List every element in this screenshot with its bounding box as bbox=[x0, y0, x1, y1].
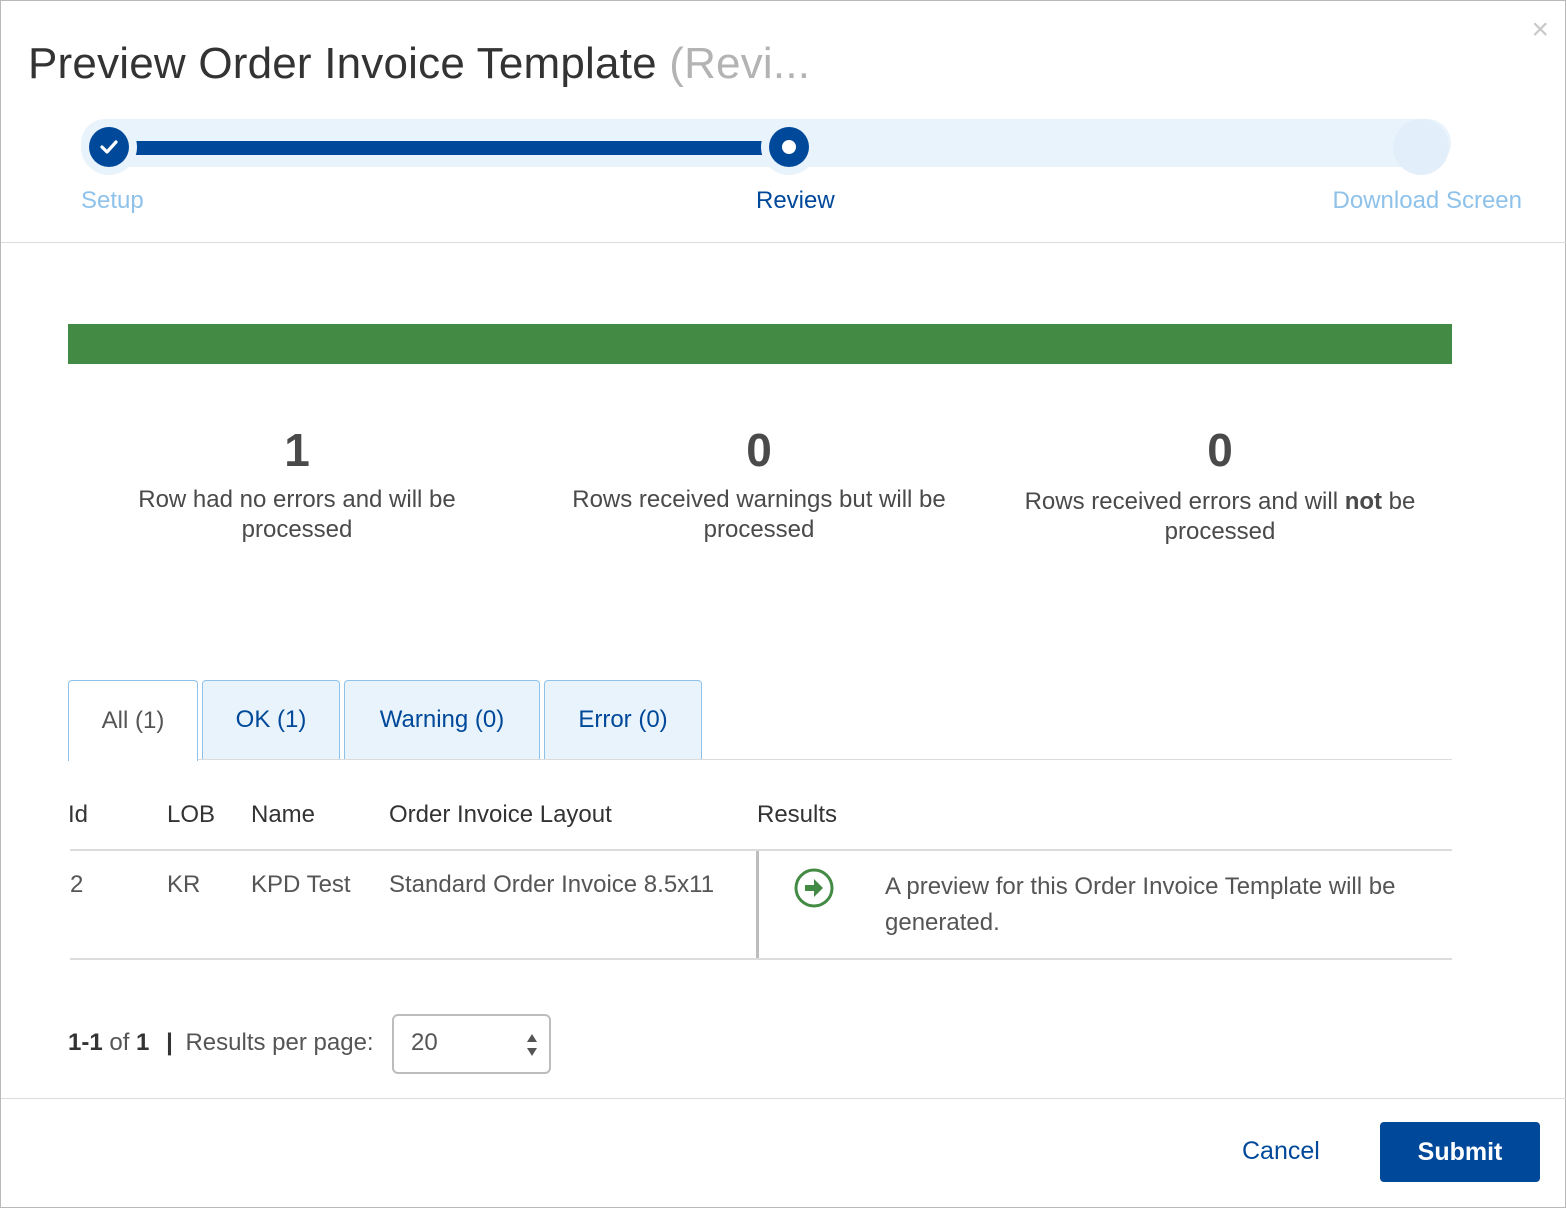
submit-button[interactable]: Submit bbox=[1380, 1122, 1540, 1182]
cell-lob: KR bbox=[167, 871, 201, 898]
step-label-download: Download Screen bbox=[1332, 187, 1522, 214]
tab-warning[interactable]: Warning (0) bbox=[344, 680, 540, 760]
progress-bar-fill bbox=[68, 324, 1452, 364]
column-header-lob: LOB bbox=[167, 801, 216, 828]
tab-ok[interactable]: OK (1) bbox=[202, 680, 340, 760]
select-arrows-icon bbox=[527, 1034, 537, 1056]
summary-ok-text: Row had no errors and will be processed bbox=[138, 486, 456, 543]
validation-progress-bar bbox=[68, 324, 1452, 364]
column-header-results: Results bbox=[757, 801, 838, 828]
preview-dialog: Preview Order Invoice Template (Revi... … bbox=[0, 0, 1566, 1208]
pagination-range: 1-1 bbox=[68, 1029, 103, 1056]
dialog-title: Preview Order Invoice Template (Revi... bbox=[28, 39, 810, 89]
column-header-id: Id bbox=[68, 801, 89, 828]
step-review-node bbox=[761, 119, 817, 175]
summary-error-text: Rows received errors and will not be pro… bbox=[1024, 488, 1416, 545]
pagination-of: of bbox=[109, 1029, 130, 1056]
pagination-total: 1 bbox=[136, 1029, 150, 1056]
tab-error[interactable]: Error (0) bbox=[544, 680, 702, 760]
summary-ok-count: 1 bbox=[284, 424, 310, 476]
close-icon[interactable]: × bbox=[1531, 15, 1549, 45]
column-header-layout: Order Invoice Layout bbox=[389, 801, 612, 828]
header-divider bbox=[1, 242, 1566, 243]
stepper-track-fill bbox=[109, 141, 791, 155]
step-download-node bbox=[1393, 119, 1449, 175]
tabs-baseline bbox=[198, 759, 1452, 760]
tab-all[interactable]: All (1) bbox=[68, 680, 198, 761]
pagination: 1-1 of 1 | Results per page: bbox=[68, 1029, 374, 1057]
dialog-title-sub: (Revi... bbox=[669, 39, 811, 88]
step-label-setup[interactable]: Setup bbox=[81, 187, 144, 215]
footer-divider bbox=[1, 1098, 1566, 1099]
dialog-title-main: Preview Order Invoice Template bbox=[28, 39, 657, 88]
cell-id: 2 bbox=[70, 871, 84, 898]
cell-layout: Standard Order Invoice 8.5x11 bbox=[389, 871, 715, 898]
arrow-right-circle-icon[interactable] bbox=[793, 867, 835, 909]
step-setup-node[interactable] bbox=[81, 119, 137, 175]
summary-warning-text: Rows received warnings but will be proce… bbox=[572, 486, 946, 543]
summary-error: 0 Rows received errors and will not be p… bbox=[1020, 423, 1420, 547]
results-per-page-select[interactable]: 20 bbox=[392, 1014, 551, 1074]
cell-name: KPD Test bbox=[251, 871, 351, 898]
table-row-divider bbox=[70, 958, 1452, 960]
summary-warning-count: 0 bbox=[746, 424, 772, 476]
cancel-button[interactable]: Cancel bbox=[1242, 1137, 1320, 1166]
summary-error-count: 0 bbox=[1207, 424, 1233, 476]
cell-result-text: A preview for this Order Invoice Templat… bbox=[885, 873, 1396, 936]
results-per-page-value: 20 bbox=[411, 1029, 438, 1056]
summary-error-emphasis: not bbox=[1344, 488, 1383, 515]
column-header-name: Name bbox=[251, 801, 316, 828]
results-per-page-label: Results per page: bbox=[185, 1029, 374, 1056]
check-icon bbox=[100, 140, 118, 154]
summary-warning: 0 Rows received warnings but will be pro… bbox=[559, 423, 959, 545]
step-label-review: Review bbox=[756, 187, 835, 214]
results-column-separator bbox=[756, 851, 759, 959]
summary-ok: 1 Row had no errors and will be processe… bbox=[97, 423, 497, 545]
active-step-dot bbox=[782, 140, 796, 154]
table-header-divider bbox=[70, 849, 1452, 851]
pagination-separator: | bbox=[166, 1029, 173, 1056]
